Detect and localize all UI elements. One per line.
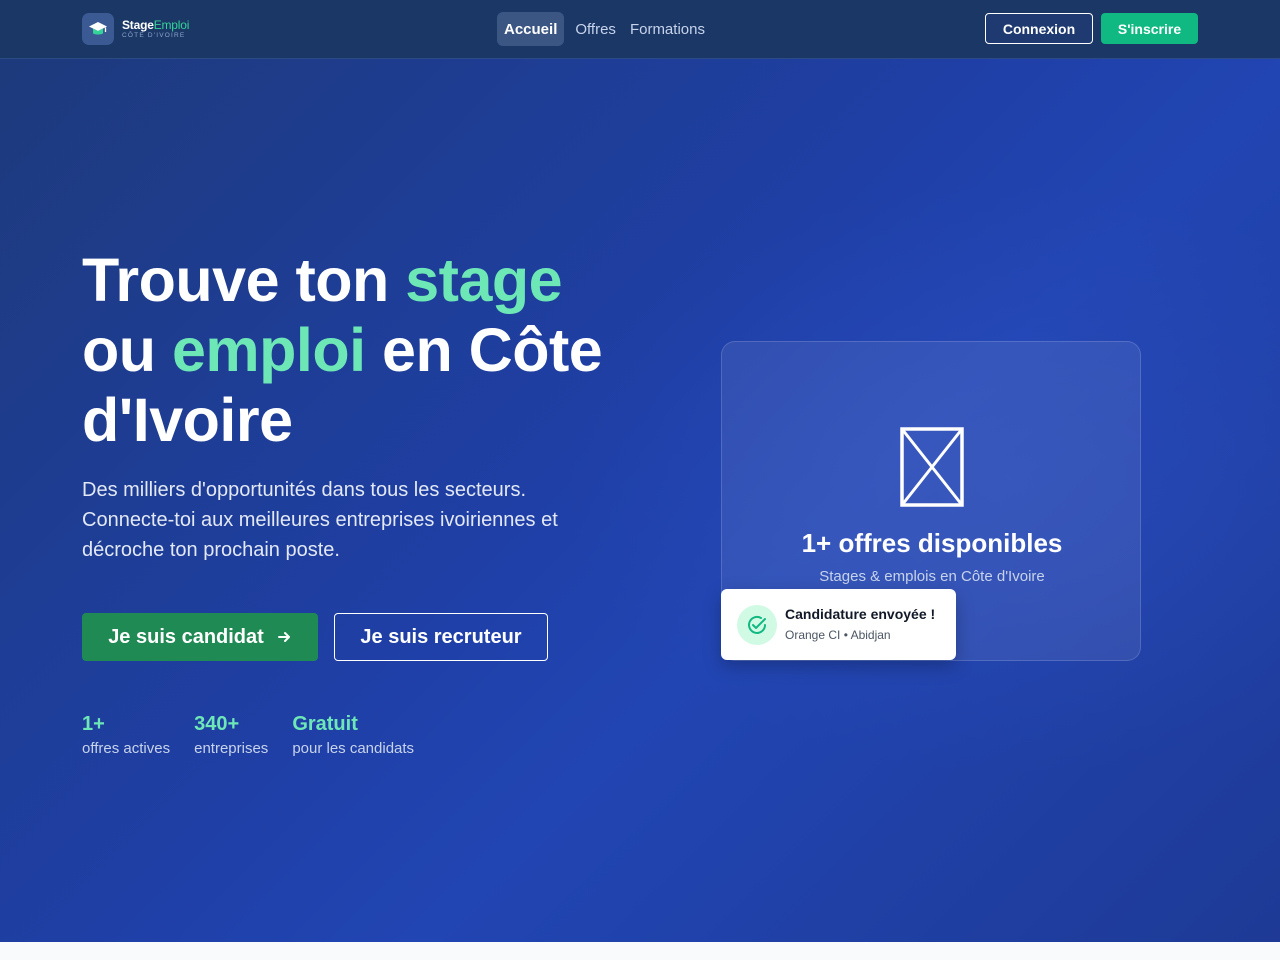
hero-subtitle: Des milliers d'opportunités dans tous le… — [82, 479, 558, 561]
stat-offers: 1+ offres actives — [82, 711, 170, 761]
offers-card-title: 1+ offres disponibles — [801, 528, 1063, 558]
headline-part2: ou — [82, 316, 172, 384]
toast-title: Candidature envoyée ! — [785, 606, 936, 622]
stat-free: Gratuit pour les candidats — [292, 711, 414, 761]
arrow-right-icon — [276, 629, 292, 645]
login-button[interactable]: Connexion — [985, 13, 1093, 44]
hero-stats: 1+ offres actives 340+ entreprises Gratu… — [82, 711, 438, 761]
headline-highlight-emploi: emploi — [171, 316, 366, 384]
headline-part1: Trouve ton — [82, 246, 406, 314]
nav-item-accueil[interactable]: Accueil — [497, 12, 565, 46]
broken-image-icon — [900, 427, 964, 507]
stat-companies: 340+ entreprises — [194, 711, 268, 761]
nav-item-offres[interactable]: Offres — [568, 12, 623, 46]
hero-section: Trouve ton stage ou emploi en Côte d'Ivoi… — [0, 59, 1280, 942]
toast-subtitle: Orange CI • Abidjan — [785, 628, 891, 642]
logo-name-part1: Stage — [122, 17, 154, 32]
next-section-edge — [0, 942, 1280, 960]
offers-card-subtitle: Stages & emplois en Côte d'Ivoire — [819, 568, 1045, 585]
stat-value: Gratuit — [292, 713, 358, 735]
signup-button[interactable]: S'inscrire — [1101, 13, 1198, 44]
stat-label: offres actives — [82, 740, 171, 757]
stat-value: 1+ — [82, 713, 105, 735]
check-circle-icon — [737, 605, 777, 645]
logo-tagline: CÔTE D'IVOIRE — [122, 31, 186, 39]
stat-label: entreprises — [194, 740, 269, 757]
graduation-cap-icon — [82, 13, 114, 45]
candidate-button[interactable]: Je suis candidat — [82, 613, 318, 661]
stat-label: pour les candidats — [292, 740, 415, 757]
main-nav: Accueil Offres Formations — [497, 12, 712, 46]
logo-name-part2: Emploi — [153, 17, 190, 32]
site-logo[interactable]: StageEmploi CÔTE D'IVOIRE — [82, 13, 189, 45]
nav-item-formations[interactable]: Formations — [623, 12, 712, 46]
hero-headline: Trouve ton stage ou emploi en Côte d'Ivoi… — [82, 245, 642, 455]
site-header: StageEmploi CÔTE D'IVOIRE Accueil Offres… — [0, 0, 1280, 59]
logo-name: StageEmploi — [122, 17, 190, 32]
recruiter-button[interactable]: Je suis recruteur — [334, 613, 548, 661]
application-sent-toast: Candidature envoyée ! Orange CI • Abidja… — [721, 589, 956, 660]
stat-value: 340+ — [194, 713, 240, 735]
headline-highlight-stage: stage — [405, 246, 563, 314]
candidate-button-label: Je suis candidat — [108, 625, 264, 648]
logo-text: StageEmploi CÔTE D'IVOIRE — [122, 17, 190, 40]
